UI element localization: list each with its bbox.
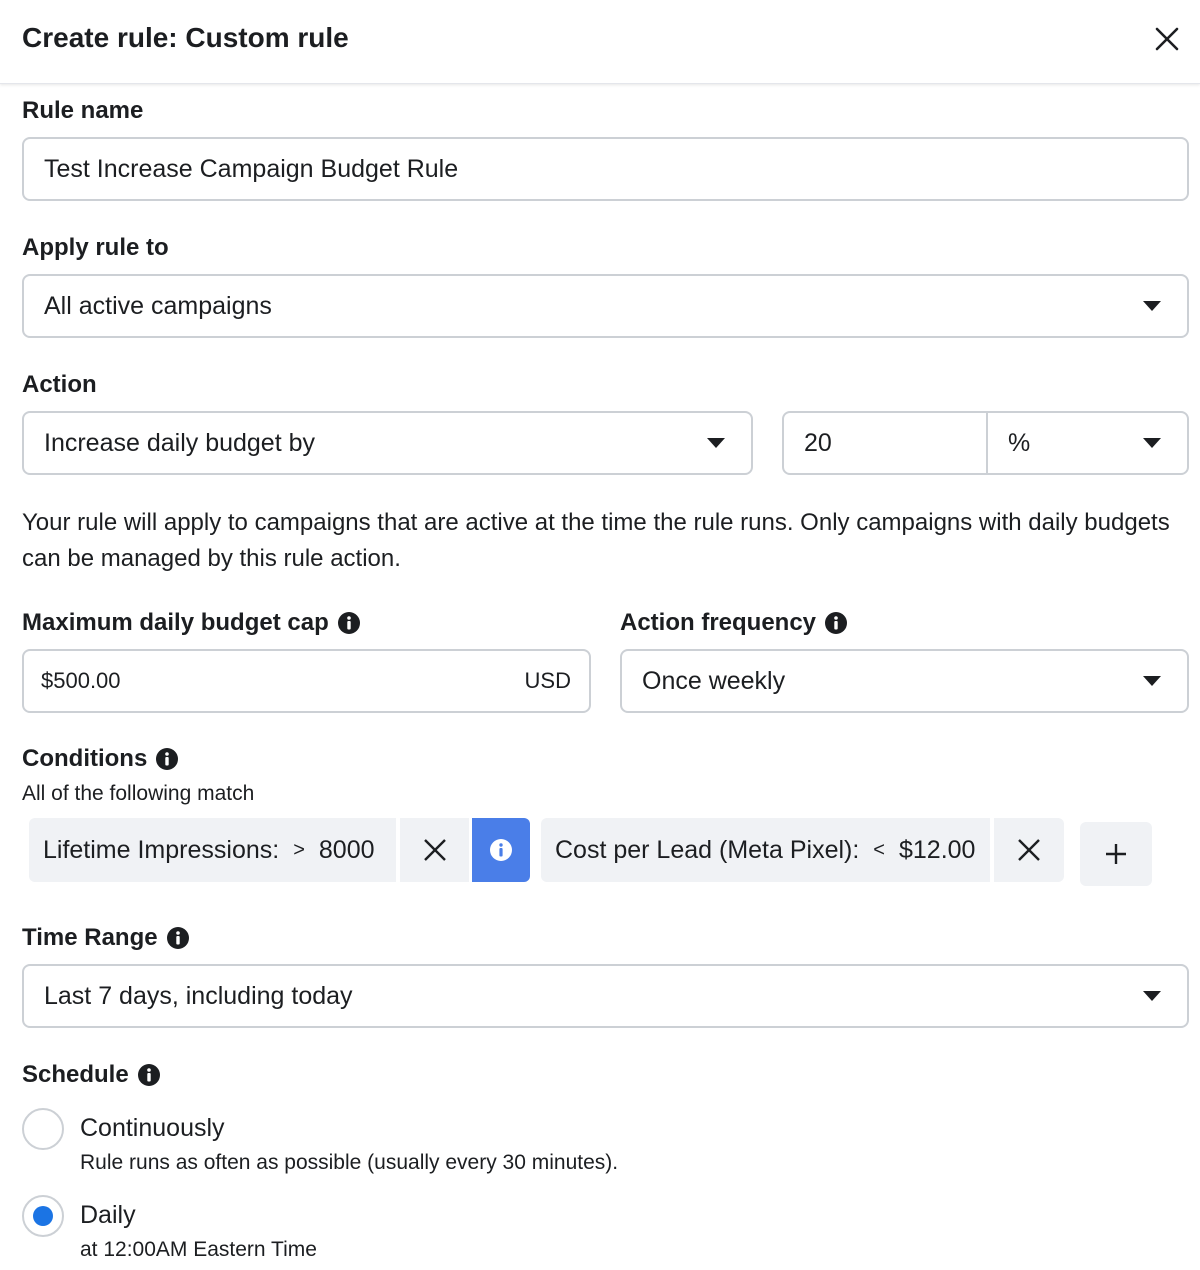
close-icon (1018, 839, 1040, 861)
schedule-radio-continuously[interactable] (22, 1108, 64, 1150)
schedule-radio-daily[interactable] (22, 1195, 64, 1237)
schedule-option-label[interactable]: Continuously (80, 1114, 225, 1143)
plus-icon (1106, 844, 1126, 864)
rule-name-label-text: Rule name (22, 97, 144, 124)
rule-name-label: Rule name (22, 97, 143, 125)
budget-cap-input[interactable]: $500.00 USD (22, 649, 591, 713)
rule-name-value: Test Increase Campaign Budget Rule (44, 154, 459, 183)
schedule-option-label[interactable]: Daily (80, 1201, 136, 1230)
budget-cap-label: Maximum daily budget cap (22, 609, 360, 637)
caret-down-icon (707, 438, 725, 448)
rule-name-input[interactable]: Test Increase Campaign Budget Rule (22, 137, 1189, 201)
action-type-select[interactable]: Increase daily budget by (22, 411, 753, 475)
conditions-subtitle: All of the following match (22, 782, 255, 805)
time-range-select[interactable]: Last 7 days, including today (22, 964, 1189, 1028)
conditions-label: Conditions (22, 745, 179, 773)
action-frequency-select[interactable]: Once weekly (620, 649, 1189, 713)
condition-info-button[interactable] (472, 818, 530, 882)
condition-value: $12.00 (898, 835, 976, 864)
budget-cap-label-text: Maximum daily budget cap (22, 609, 329, 636)
conditions-label-text: Conditions (22, 745, 148, 772)
condition-metric: Lifetime Impressions: (43, 835, 280, 864)
action-unit-value: % (1008, 428, 1031, 457)
caret-down-icon (1143, 301, 1161, 311)
caret-down-icon (1143, 438, 1161, 448)
schedule-label-text: Schedule (22, 1061, 129, 1088)
action-frequency-label: Action frequency (620, 609, 848, 637)
dialog-header: Create rule: Custom rule (0, 0, 1200, 84)
condition-chip[interactable]: Lifetime Impressions: > 8000 (29, 818, 396, 882)
remove-condition-button[interactable] (400, 818, 469, 882)
radio-selected-dot (33, 1206, 53, 1226)
info-icon[interactable] (156, 748, 179, 770)
action-amount-value: 20 (804, 428, 832, 457)
apply-rule-to-value: All active campaigns (44, 291, 272, 320)
caret-down-icon (1143, 991, 1161, 1001)
action-unit-select[interactable]: % (988, 413, 1187, 473)
condition-chip[interactable]: Cost per Lead (Meta Pixel): < $12.00 (541, 818, 990, 882)
schedule-option-description: at 12:00AM Eastern Time (80, 1238, 317, 1261)
action-amount-input[interactable]: 20 (784, 413, 988, 473)
condition-operator: < (873, 838, 885, 861)
condition-value: 8000 (318, 835, 375, 864)
action-label: Action (22, 371, 97, 399)
add-condition-button[interactable] (1080, 822, 1152, 886)
close-button[interactable] (1148, 20, 1186, 58)
dialog-title: Create rule: Custom rule (22, 22, 349, 53)
action-frequency-label-text: Action frequency (620, 609, 817, 636)
condition-operator: > (293, 838, 305, 861)
time-range-value: Last 7 days, including today (44, 981, 353, 1010)
info-icon[interactable] (166, 927, 189, 949)
action-frequency-value: Once weekly (642, 666, 786, 695)
apply-rule-to-select[interactable]: All active campaigns (22, 274, 1189, 338)
info-icon[interactable] (137, 1064, 160, 1086)
schedule-label: Schedule (22, 1061, 160, 1089)
close-icon (423, 839, 446, 861)
apply-rule-to-label: Apply rule to (22, 234, 169, 262)
action-label-text: Action (22, 371, 97, 398)
time-range-label-text: Time Range (22, 924, 158, 951)
info-icon[interactable] (337, 612, 360, 634)
action-amount-group: 20 % (782, 411, 1189, 475)
currency-label: USD (524, 668, 571, 693)
condition-metric: Cost per Lead (Meta Pixel): (555, 835, 860, 864)
action-description: Your rule will apply to campaigns that a… (22, 509, 1170, 572)
time-range-label: Time Range (22, 924, 189, 952)
remove-condition-button[interactable] (994, 818, 1064, 882)
info-icon[interactable] (825, 612, 848, 634)
info-icon (490, 839, 512, 861)
close-icon (1155, 27, 1179, 51)
apply-rule-to-label-text: Apply rule to (22, 234, 169, 261)
budget-cap-value: $500.00 (41, 668, 121, 693)
caret-down-icon (1143, 676, 1161, 686)
action-type-value: Increase daily budget by (44, 428, 316, 457)
schedule-option-description: Rule runs as often as possible (usually … (80, 1151, 619, 1174)
